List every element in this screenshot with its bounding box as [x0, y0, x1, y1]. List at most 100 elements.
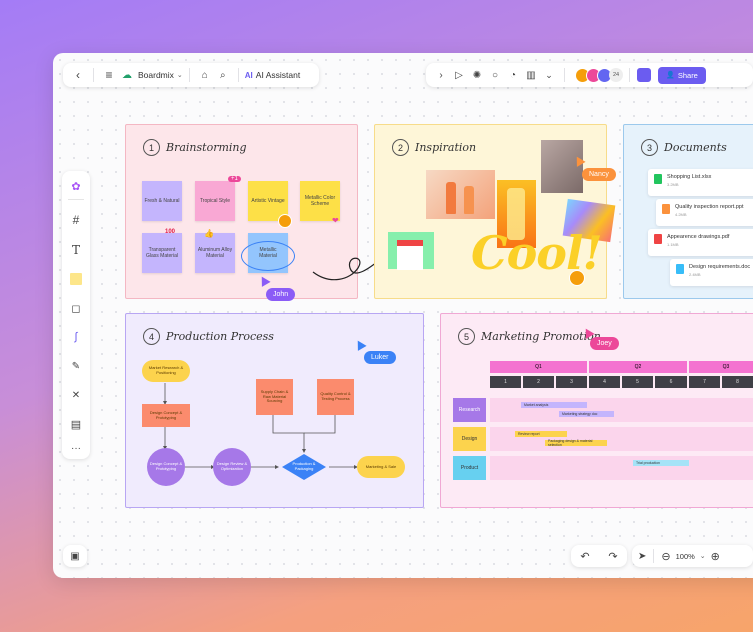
top-left-toolbar: ‹ ≡ ☁ Boardmix ⌄ ⌂ ⌕ AI AI Assistant: [63, 63, 319, 87]
divider: [93, 68, 94, 82]
section-title: Inspiration: [415, 141, 477, 154]
timer-icon[interactable]: ◔: [504, 66, 522, 84]
menu-icon[interactable]: ≡: [100, 66, 118, 84]
gantt-bar[interactable]: Packaging design & material selection: [545, 439, 607, 447]
sticky-note[interactable]: Aluminum Alloy Material: [195, 233, 235, 273]
bottle-shape: [446, 182, 456, 214]
comment-icon[interactable]: ○: [486, 66, 504, 84]
gantt-row-label: Product: [453, 456, 486, 480]
frame-icon[interactable]: #: [67, 211, 85, 229]
add-user-icon: 👤: [666, 72, 675, 79]
pen-icon[interactable]: ✎: [67, 357, 85, 375]
sticky-note[interactable]: Fresh & Natural: [142, 181, 182, 221]
decision-label: Production & Packaging: [292, 461, 316, 471]
section-number: 5: [458, 328, 475, 345]
divider: [68, 199, 84, 200]
sticky-note[interactable]: Transparent Glass Material: [142, 233, 182, 273]
inspiration-title: 2 Inspiration: [392, 139, 476, 156]
file-name: Quality inspection report.ppt: [675, 204, 744, 210]
collapse-chevron-icon[interactable]: ›: [432, 66, 450, 84]
vote-icon[interactable]: ▥: [522, 66, 540, 84]
flow-node-terminal[interactable]: Market Research & Positioning: [142, 360, 190, 382]
highlight-circle: [241, 241, 295, 271]
gantt-quarter-header: Q2: [589, 361, 687, 373]
zoom-in-icon[interactable]: ⊕: [711, 550, 720, 563]
file-card[interactable]: Shopping List.xlsx 3.2MB: [648, 169, 753, 196]
ai-assistant-button[interactable]: AI AI Assistant: [245, 70, 300, 80]
cursor-label-john: John: [266, 288, 296, 301]
ppt-file-icon: [662, 204, 670, 214]
excel-file-icon: [654, 174, 662, 184]
zoom-out-icon[interactable]: ⊖: [661, 550, 670, 563]
ai-logo-icon: AI: [244, 70, 253, 80]
table-icon[interactable]: ▤: [67, 415, 85, 433]
avatar: [569, 270, 585, 286]
select-cursor-icon[interactable]: ➤: [638, 551, 646, 562]
divider: [237, 68, 239, 82]
product-photo[interactable]: [426, 170, 495, 219]
mindmap-icon[interactable]: ✕: [67, 386, 85, 404]
sticky-note[interactable]: Metallic Color Scheme: [300, 181, 340, 221]
product-photo[interactable]: [388, 232, 434, 270]
flow-node-terminal[interactable]: Marketing & Sale: [357, 456, 405, 478]
gantt-month-header: 1: [490, 376, 521, 388]
section-title: Documents: [664, 141, 727, 154]
top-right-toolbar: › ▷ ✺ ○ ◔ ▥ ⌄ 24 👤 Share: [426, 63, 753, 87]
gantt-bar[interactable]: Review report: [515, 431, 567, 437]
vote-badge: 100: [165, 229, 176, 235]
doc-file-icon: [676, 264, 684, 274]
section-title: Brainstorming: [166, 141, 247, 154]
gantt-bar[interactable]: Marketing strategy doc: [559, 411, 614, 417]
collaborator-avatars[interactable]: 24: [575, 67, 623, 83]
flow-node-circle[interactable]: Design Concept & Prototyping: [147, 448, 185, 486]
box-shape: [397, 240, 423, 270]
thumbs-up-icon: 👍: [204, 229, 214, 238]
undo-icon[interactable]: ↶: [580, 550, 589, 563]
flow-node-process[interactable]: Supply Chain & Raw Material Sourcing: [256, 379, 293, 415]
gantt-bar[interactable]: Trial production: [633, 460, 689, 466]
avatar: [278, 214, 292, 228]
search-icon[interactable]: ⌕: [214, 66, 232, 84]
zoom-toolbar: ➤ ⊖ 100% ⌄ ⊕: [632, 545, 753, 567]
tag-icon[interactable]: ⌂: [196, 66, 214, 84]
flow-node-process[interactable]: Design Concept & Prototyping: [142, 404, 190, 427]
shape-icon[interactable]: ◻: [67, 299, 85, 317]
cursor-label-joey: Joey: [590, 337, 619, 350]
gantt-month-header: 5: [622, 376, 653, 388]
flow-node-process[interactable]: Quality Control & Testing Process: [317, 379, 354, 415]
more-icon[interactable]: ···: [67, 439, 85, 457]
board-title[interactable]: Boardmix: [138, 70, 174, 80]
text-icon[interactable]: T: [67, 241, 85, 259]
divider: [629, 68, 630, 82]
file-card[interactable]: Design requirements.doc 2.4MB: [670, 259, 753, 286]
zoom-level[interactable]: 100%: [676, 552, 695, 561]
heart-icon: ❤: [332, 216, 339, 225]
present-icon[interactable]: ▷: [450, 66, 468, 84]
left-toolbar: ✿ # T ◻ ∫ ✎ ✕ ▤ ···: [62, 171, 90, 459]
more-chevron-icon[interactable]: ⌄: [540, 66, 558, 84]
reaction-icon[interactable]: ✺: [468, 66, 486, 84]
back-icon[interactable]: ‹: [69, 66, 87, 84]
gantt-month-header: 3: [556, 376, 587, 388]
brainstorming-title: 1 Brainstorming: [143, 139, 247, 156]
gantt-month-header: 7: [689, 376, 720, 388]
redo-icon[interactable]: ↷: [608, 550, 617, 563]
flow-node-circle[interactable]: Design Review & Optimization: [213, 448, 251, 486]
user-avatar[interactable]: [636, 67, 652, 83]
share-button[interactable]: 👤 Share: [658, 66, 706, 84]
file-card[interactable]: Appearence drawings.pdf 1.1MB: [648, 229, 753, 256]
flow-node-decision[interactable]: Production & Packaging: [281, 453, 327, 481]
chevron-down-icon[interactable]: ⌄: [177, 71, 183, 79]
sticky-note[interactable]: Tropical Style: [195, 181, 235, 221]
connector-icon[interactable]: ∫: [67, 328, 85, 346]
gantt-month-header: 4: [589, 376, 620, 388]
minimap-toggle[interactable]: ▣: [63, 545, 87, 567]
template-icon[interactable]: ✿: [67, 177, 85, 195]
file-card[interactable]: Quality inspection report.ppt 4.2MB: [656, 199, 753, 226]
sticky-note-icon[interactable]: [67, 270, 85, 288]
file-size: 3.2MB: [667, 182, 679, 187]
chevron-down-icon[interactable]: ⌄: [700, 552, 706, 560]
gantt-bar[interactable]: Market analysis: [521, 402, 587, 408]
gantt-month-header: 6: [655, 376, 687, 388]
gantt-month-header: 8: [722, 376, 753, 388]
